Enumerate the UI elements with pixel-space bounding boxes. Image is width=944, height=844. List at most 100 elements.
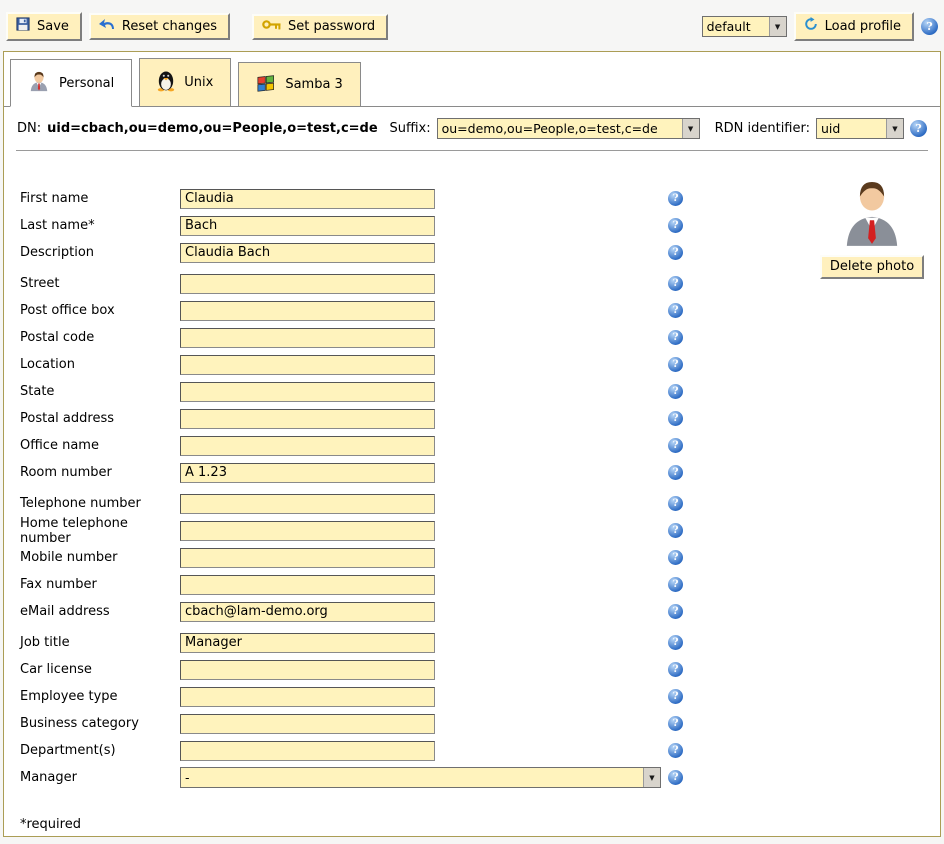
field-row: Street ? <box>20 270 940 297</box>
help-icon[interactable]: ? <box>668 303 683 318</box>
reload-icon <box>804 17 818 35</box>
tab-unix[interactable]: Unix <box>139 58 231 107</box>
field-select-value: - <box>181 768 643 787</box>
form-fields: First name ? Last name* ? Description ? … <box>4 151 940 791</box>
help-icon[interactable]: ? <box>668 438 683 453</box>
field-input[interactable] <box>180 216 435 236</box>
field-row: Mobile number ? <box>20 544 940 571</box>
field-select[interactable]: - ▼ <box>180 767 661 788</box>
windows-logo-icon <box>256 73 276 96</box>
help-icon[interactable]: ? <box>921 18 938 35</box>
profile-select-value: default <box>703 17 769 36</box>
field-input[interactable] <box>180 687 435 707</box>
field-wrap <box>180 714 668 734</box>
field-input[interactable] <box>180 301 435 321</box>
tab-samba3[interactable]: Samba 3 <box>238 62 361 107</box>
field-input[interactable] <box>180 243 435 263</box>
suffix-select[interactable]: ou=demo,ou=People,o=test,c=de ▼ <box>437 118 700 139</box>
field-row: Home telephone number ? <box>20 517 940 544</box>
help-icon[interactable]: ? <box>668 276 683 291</box>
field-label: Post office box <box>20 303 180 318</box>
rdn-identifier-select[interactable]: uid ▼ <box>816 118 904 139</box>
help-icon[interactable]: ? <box>910 120 927 137</box>
suffix-label: Suffix: <box>389 121 430 136</box>
help-icon[interactable]: ? <box>668 577 683 592</box>
tux-icon <box>157 69 175 96</box>
help-icon[interactable]: ? <box>668 496 683 511</box>
field-input[interactable] <box>180 714 435 734</box>
help-icon[interactable]: ? <box>668 218 683 233</box>
field-row: Fax number ? <box>20 571 940 598</box>
rdn-identifier-label: RDN identifier: <box>715 121 810 136</box>
field-input[interactable] <box>180 189 435 209</box>
field-row: Job title ? <box>20 629 940 656</box>
help-icon[interactable]: ? <box>668 635 683 650</box>
field-wrap <box>180 687 668 707</box>
help-icon[interactable]: ? <box>668 523 683 538</box>
set-password-button[interactable]: Set password <box>252 14 388 40</box>
field-label: Home telephone number <box>20 516 180 546</box>
field-input[interactable] <box>180 355 435 375</box>
tab-unix-label: Unix <box>184 75 213 90</box>
field-label: Manager <box>20 770 180 785</box>
help-icon[interactable]: ? <box>668 716 683 731</box>
field-label: Job title <box>20 635 180 650</box>
tab-personal[interactable]: Personal <box>10 59 132 107</box>
field-label: State <box>20 384 180 399</box>
reset-changes-label: Reset changes <box>122 19 217 34</box>
required-note: *required <box>20 817 940 832</box>
field-wrap <box>180 602 668 622</box>
field-input[interactable] <box>180 741 435 761</box>
field-label: Location <box>20 357 180 372</box>
help-icon[interactable]: ? <box>668 550 683 565</box>
help-icon[interactable]: ? <box>668 604 683 619</box>
field-input[interactable] <box>180 660 435 680</box>
field-wrap <box>180 463 668 483</box>
field-input[interactable] <box>180 633 435 653</box>
field-row: eMail address ? <box>20 598 940 625</box>
photo-area: Delete photo <box>816 178 928 279</box>
suffix-select-value: ou=demo,ou=People,o=test,c=de <box>438 119 682 138</box>
help-icon[interactable]: ? <box>668 465 683 480</box>
field-input[interactable] <box>180 436 435 456</box>
help-icon[interactable]: ? <box>668 411 683 426</box>
key-icon <box>262 19 281 34</box>
help-icon[interactable]: ? <box>668 689 683 704</box>
field-label: Mobile number <box>20 550 180 565</box>
account-edit-panel: Personal Unix <box>3 51 941 837</box>
field-label: Employee type <box>20 689 180 704</box>
field-input[interactable] <box>180 494 435 514</box>
profile-select[interactable]: default ▼ <box>702 16 787 37</box>
field-input[interactable] <box>180 602 435 622</box>
field-wrap <box>180 521 668 541</box>
help-icon[interactable]: ? <box>668 357 683 372</box>
field-wrap: - ▼ <box>180 767 668 788</box>
help-icon[interactable]: ? <box>668 245 683 260</box>
field-label: Room number <box>20 465 180 480</box>
field-input[interactable] <box>180 274 435 294</box>
help-icon[interactable]: ? <box>668 743 683 758</box>
help-icon[interactable]: ? <box>668 191 683 206</box>
delete-photo-label: Delete photo <box>830 259 914 274</box>
field-input[interactable] <box>180 521 435 541</box>
help-icon[interactable]: ? <box>668 770 683 785</box>
field-wrap <box>180 575 668 595</box>
field-input[interactable] <box>180 382 435 402</box>
help-icon[interactable]: ? <box>668 384 683 399</box>
field-wrap <box>180 494 668 514</box>
field-wrap <box>180 216 668 236</box>
field-input[interactable] <box>180 409 435 429</box>
field-input[interactable] <box>180 463 435 483</box>
field-input[interactable] <box>180 575 435 595</box>
field-input[interactable] <box>180 328 435 348</box>
field-row: Business category ? <box>20 710 940 737</box>
help-icon[interactable]: ? <box>668 662 683 677</box>
delete-photo-button[interactable]: Delete photo <box>820 255 924 279</box>
save-button[interactable]: Save <box>6 12 82 41</box>
reset-changes-button[interactable]: Reset changes <box>89 13 230 40</box>
load-profile-button[interactable]: Load profile <box>794 12 914 41</box>
help-icon[interactable]: ? <box>668 330 683 345</box>
field-wrap <box>180 243 668 263</box>
dn-value: uid=cbach,ou=demo,ou=People,o=test,c=de <box>47 121 378 136</box>
field-input[interactable] <box>180 548 435 568</box>
